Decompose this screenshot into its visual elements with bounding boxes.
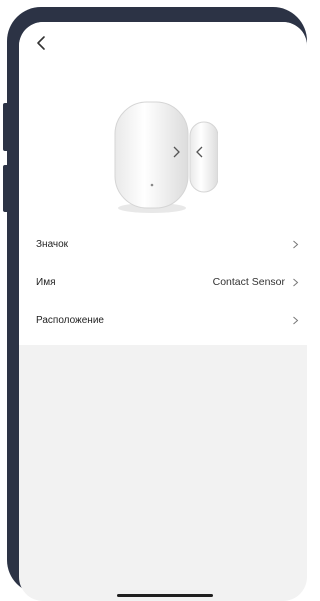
settings-panel: Значок Имя Contact Sensor Расположение (19, 22, 307, 345)
contact-sensor-device (114, 101, 218, 213)
chevron-left-icon[interactable] (33, 34, 51, 52)
screen: Значок Имя Contact Sensor Расположение (19, 22, 307, 601)
settings-row-label: Имя (36, 276, 56, 288)
chevron-right-icon (293, 316, 299, 325)
phone-frame: Значок Имя Contact Sensor Расположение (7, 7, 307, 601)
settings-row-label: Значок (36, 238, 69, 250)
chevron-right-icon (293, 240, 299, 249)
home-indicator[interactable] (117, 594, 213, 597)
settings-row-location[interactable]: Расположение (19, 303, 307, 337)
settings-row-value: Contact Sensor (212, 276, 285, 288)
settings-row-icon[interactable]: Значок (19, 227, 307, 261)
settings-row-name[interactable]: Имя Contact Sensor (19, 265, 307, 299)
settings-row-label: Расположение (36, 314, 104, 326)
chevron-right-icon (293, 278, 299, 287)
